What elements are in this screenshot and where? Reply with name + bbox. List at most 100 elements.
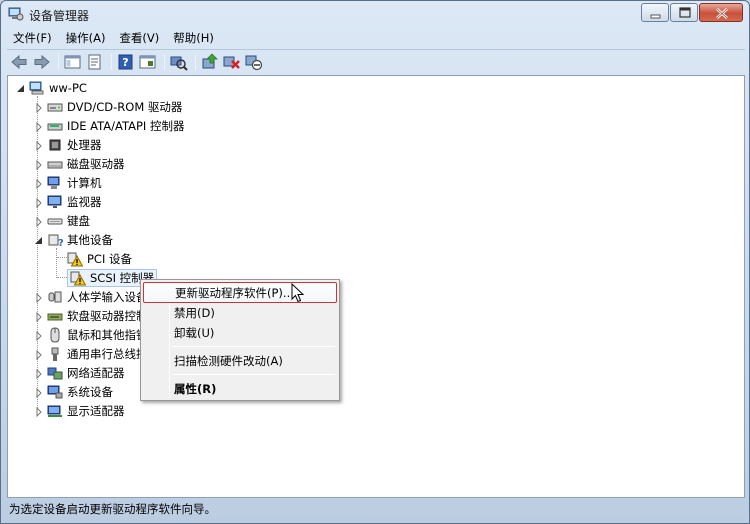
expand-arrow-icon[interactable] — [34, 311, 44, 322]
back-arrow-icon[interactable] — [10, 53, 29, 71]
uninstall-icon[interactable] — [222, 53, 241, 71]
show-hide-tree-icon[interactable] — [63, 53, 82, 71]
computer-icon — [29, 80, 45, 96]
menu-item-disable[interactable]: 禁用(D) — [143, 302, 337, 323]
tree-category-label: 其他设备 — [67, 232, 113, 247]
menu-separator — [172, 346, 335, 347]
menu-item-label: 属性(R) — [174, 381, 217, 396]
disk-drive-icon — [47, 156, 63, 172]
expand-arrow-icon[interactable] — [34, 216, 44, 227]
tree-category-label: 系统设备 — [67, 384, 113, 399]
scan-hardware-icon[interactable] — [169, 53, 188, 71]
menu-item-label: 扫描检测硬件改动(A) — [174, 353, 283, 368]
menu-bar: 文件(F) 操作(A) 查看(V) 帮助(H) — [7, 27, 745, 47]
tree-guide-line — [56, 248, 57, 278]
expand-arrow-icon[interactable] — [34, 121, 44, 132]
collapse-arrow-icon[interactable] — [16, 83, 26, 93]
tree-category[interactable]: ? 其他设备 — [34, 230, 113, 249]
tree-category[interactable]: 计算机 — [34, 173, 102, 192]
tree-category-label: DVD/CD-ROM 驱动器 — [67, 99, 183, 114]
expand-arrow-icon[interactable] — [34, 406, 44, 417]
network-adapter-icon — [47, 365, 63, 381]
update-driver-icon[interactable] — [200, 53, 219, 71]
menu-item-label: 禁用(D) — [174, 305, 215, 320]
maximize-icon — [679, 7, 691, 18]
tree-category[interactable]: 监视器 — [34, 192, 102, 211]
tree-root[interactable]: ww-PC — [16, 78, 87, 97]
menu-item-update-driver[interactable]: 更新驱动程序软件(P)... — [143, 282, 337, 303]
tree-category[interactable]: 键盘 — [34, 211, 90, 230]
properties-icon[interactable] — [85, 53, 104, 71]
expand-arrow-icon[interactable] — [34, 387, 44, 398]
computer-icon — [47, 175, 63, 191]
tree-guide-line — [57, 277, 67, 278]
tree-category[interactable]: 显示适配器 — [34, 401, 125, 420]
system-devices-icon — [47, 384, 63, 400]
collapse-arrow-icon[interactable] — [34, 235, 44, 245]
tree-device[interactable]: PCI 设备 — [67, 249, 132, 268]
menu-item-uninstall[interactable]: 卸载(U) — [143, 322, 337, 343]
forward-arrow-icon[interactable] — [32, 53, 51, 71]
ide-controller-icon — [47, 118, 63, 134]
device-manager-icon — [8, 7, 24, 21]
tree-category[interactable]: 网络适配器 — [34, 363, 125, 382]
minimize-icon — [650, 14, 661, 19]
expand-arrow-icon[interactable] — [34, 159, 44, 170]
tree-category[interactable]: 系统设备 — [34, 382, 113, 401]
menu-item-properties[interactable]: 属性(R) — [143, 378, 337, 399]
processor-icon — [47, 137, 63, 153]
menu-view[interactable]: 查看(V) — [113, 27, 167, 47]
status-text: 为选定设备启动更新驱动程序软件向导。 — [9, 502, 216, 516]
device-tree[interactable]: ww-PC DVD/CD-ROM 驱动器 IDE ATA/ATAPI 控制器 处理器… — [7, 75, 745, 498]
tree-category[interactable]: 处理器 — [34, 135, 102, 154]
svg-text:?: ? — [58, 238, 63, 248]
expand-arrow-icon[interactable] — [34, 292, 44, 303]
toolbar-separator — [111, 53, 112, 70]
tree-category[interactable]: IDE ATA/ATAPI 控制器 — [34, 116, 184, 135]
menu-action[interactable]: 操作(A) — [60, 27, 114, 47]
expand-arrow-icon[interactable] — [34, 140, 44, 151]
warning-device-icon — [70, 270, 87, 286]
keyboard-icon — [47, 213, 63, 229]
tree-category-label: 网络适配器 — [67, 365, 125, 380]
view-icon[interactable] — [138, 53, 157, 71]
warning-device-icon — [67, 251, 84, 267]
expand-arrow-icon[interactable] — [34, 330, 44, 341]
monitor-icon — [47, 194, 63, 210]
device-manager-window: 设备管理器 文件(F) 操作(A) 查看(V) 帮助(H) ? ww-PC DV… — [0, 0, 750, 524]
mouse-cursor-icon — [291, 282, 305, 306]
help-icon[interactable]: ? — [116, 53, 135, 71]
title-bar[interactable]: 设备管理器 — [1, 1, 749, 27]
tree-category-label: 处理器 — [67, 137, 102, 152]
expand-arrow-icon[interactable] — [34, 197, 44, 208]
close-button[interactable] — [699, 3, 743, 22]
usb-icon — [47, 346, 63, 362]
tree-category-label: 人体学输入设备 — [67, 289, 148, 304]
floppy-controller-icon — [47, 308, 63, 324]
context-menu: 更新驱动程序软件(P)... 禁用(D) 卸载(U) 扫描检测硬件改动(A) 属… — [140, 279, 340, 401]
tree-category-label: 键盘 — [67, 213, 90, 228]
disable-icon[interactable] — [244, 53, 263, 71]
toolbar-separator — [195, 53, 196, 70]
tree-category-label: 计算机 — [67, 175, 102, 190]
tree-category[interactable]: DVD/CD-ROM 驱动器 — [34, 97, 182, 116]
tree-category[interactable]: 磁盘驱动器 — [34, 154, 125, 173]
svg-text:?: ? — [122, 56, 128, 69]
expand-arrow-icon[interactable] — [34, 102, 44, 113]
close-icon — [716, 8, 728, 19]
menu-file[interactable]: 文件(F) — [7, 27, 60, 47]
tree-guide-line — [57, 257, 67, 258]
menu-help[interactable]: 帮助(H) — [167, 27, 222, 47]
hid-icon — [47, 289, 63, 305]
menu-item-scan-hardware[interactable]: 扫描检测硬件改动(A) — [143, 350, 337, 371]
maximize-button[interactable] — [670, 3, 698, 22]
status-bar: 为选定设备启动更新驱动程序软件向导。 — [7, 499, 745, 519]
tree-category[interactable]: 人体学输入设备 — [34, 287, 148, 306]
menu-separator — [172, 374, 335, 375]
tree-category-label: IDE ATA/ATAPI 控制器 — [67, 118, 185, 133]
expand-arrow-icon[interactable] — [34, 368, 44, 379]
minimize-button[interactable] — [641, 3, 669, 22]
expand-arrow-icon[interactable] — [34, 349, 44, 360]
device-item[interactable]: PCI 设备 — [67, 251, 132, 267]
expand-arrow-icon[interactable] — [34, 178, 44, 189]
